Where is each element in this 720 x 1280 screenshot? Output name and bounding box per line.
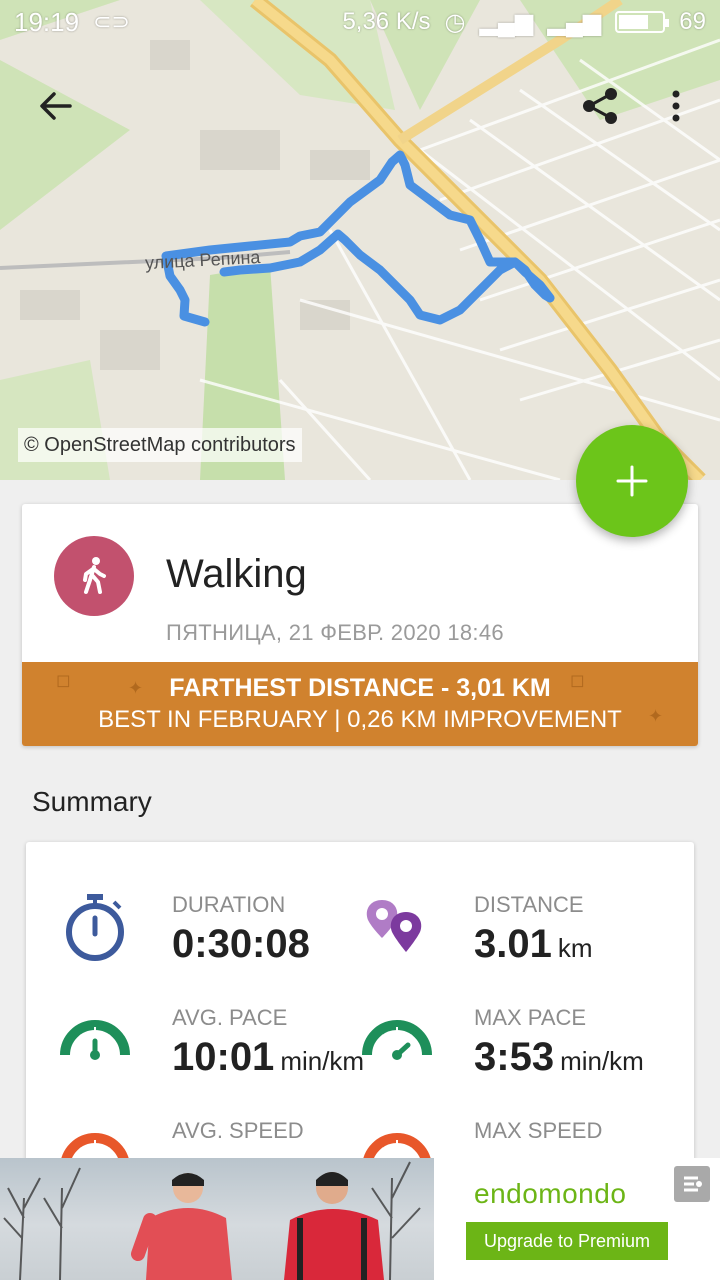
link-icon: ⊂⊃	[93, 9, 130, 34]
plus-icon	[616, 465, 648, 497]
network-speed: 5,36 K/s	[342, 8, 431, 35]
battery-icon	[615, 11, 670, 33]
more-options-button[interactable]	[650, 80, 702, 132]
record-title: FARTHEST DISTANCE - 3,01 KM	[169, 674, 551, 702]
stat-value-wrap: 0:30:08	[172, 922, 316, 967]
stat-value: 10:01	[172, 1035, 275, 1079]
more-vert-icon	[672, 90, 680, 122]
share-icon	[583, 88, 617, 124]
arrow-left-icon	[40, 92, 72, 120]
ad-photo	[0, 1158, 434, 1280]
stopwatch-icon	[66, 894, 124, 961]
stat-label: AVG. SPEED	[172, 1118, 304, 1143]
sport-name: Walking	[166, 552, 307, 596]
upgrade-premium-button[interactable]: Upgrade to Premium	[466, 1222, 668, 1260]
stat-value-wrap: 3.01 km	[474, 922, 593, 967]
stat-distance: DISTANCE 3.01 km	[362, 892, 682, 992]
personal-record-banner[interactable]: ◻ ✦ ◻ ✦ FARTHEST DISTANCE - 3,01 KM BEST…	[22, 662, 698, 746]
stat-unit: min/km	[280, 1046, 365, 1076]
stat-label: MAX PACE	[474, 1005, 587, 1030]
workout-date: ПЯТНИЦА, 21 ФЕВР. 2020 18:46	[166, 620, 504, 645]
ad-runners-image	[3, 1161, 421, 1280]
ad-brand-logo: endomondo	[474, 1178, 627, 1209]
ad-content: endomondo Upgrade to Premium	[434, 1158, 720, 1280]
status-bar: 19:19 ⊂⊃ 5,36 K/s ◷ ▂▄▆ ▂▄▆ 69	[0, 0, 720, 44]
signal-icon-2: ▂▄▆	[547, 8, 602, 36]
ad-choices-button[interactable]	[674, 1166, 710, 1202]
stat-value: 3:53	[474, 1035, 555, 1079]
map-attribution[interactable]: © OpenStreetMap contributors	[18, 428, 302, 462]
stat-value-wrap: 10:01 min/km	[172, 1035, 364, 1080]
map-pins-icon	[366, 900, 422, 952]
speedometer-icon	[362, 1020, 432, 1060]
stat-label: DURATION	[172, 892, 286, 917]
stat-value: 0:30:08	[172, 922, 310, 966]
ad-choices-icon	[684, 1176, 702, 1192]
record-detail: BEST IN FEBRUARY | 0,26 KM IMPROVEMENT	[98, 706, 622, 733]
stat-value-wrap: 3:53 min/km	[474, 1035, 644, 1080]
ad-banner[interactable]: endomondo Upgrade to Premium	[0, 1158, 720, 1280]
stat-duration: DURATION 0:30:08	[60, 892, 380, 992]
stat-avg-pace: AVG. PACE 10:01 min/km	[60, 1005, 380, 1105]
map-tiles	[0, 0, 720, 480]
summary-card: DURATION 0:30:08 DISTANCE 3.01 km AVG. P…	[26, 842, 694, 1172]
status-time: 19:19	[14, 6, 80, 37]
summary-heading: Summary	[32, 786, 152, 817]
stat-label: DISTANCE	[474, 892, 584, 917]
route-map[interactable]: улица Репина 19:19 ⊂⊃ 5,36 K/s ◷ ▂▄▆ ▂▄▆…	[0, 0, 720, 480]
add-button[interactable]	[576, 425, 688, 537]
stat-label: AVG. PACE	[172, 1005, 288, 1030]
screen: улица Репина 19:19 ⊂⊃ 5,36 K/s ◷ ▂▄▆ ▂▄▆…	[0, 0, 720, 1280]
stat-unit: km	[557, 933, 593, 963]
stat-unit: min/km	[560, 1046, 644, 1076]
back-button[interactable]	[30, 80, 82, 132]
stat-value: 3.01	[474, 922, 552, 966]
walking-person-icon	[83, 557, 106, 594]
sport-avatar	[54, 536, 134, 616]
alarm-icon: ◷	[444, 8, 466, 36]
stat-label: MAX SPEED	[474, 1118, 603, 1143]
signal-icon: ▂▄▆	[479, 8, 534, 36]
battery-level: 69	[679, 8, 706, 35]
stat-max-pace: MAX PACE 3:53 min/km	[362, 1005, 682, 1105]
workout-card: Walking ПЯТНИЦА, 21 ФЕВР. 2020 18:46 ◻ ✦…	[22, 504, 698, 746]
share-button[interactable]	[574, 80, 626, 132]
speedometer-icon	[60, 1020, 130, 1060]
